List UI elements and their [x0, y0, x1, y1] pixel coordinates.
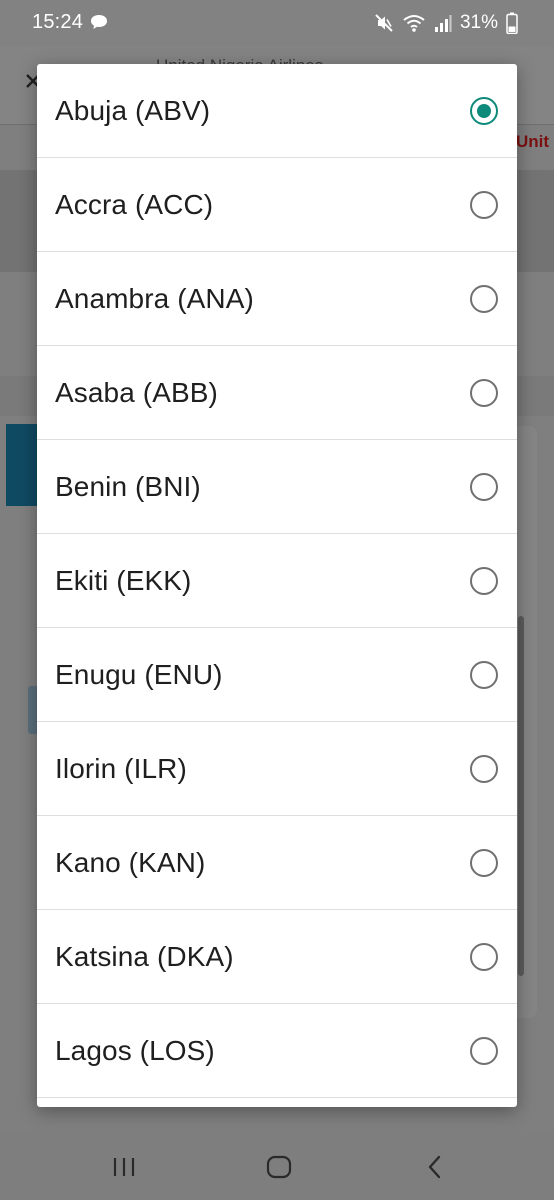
radio-unchecked-icon[interactable]	[470, 284, 498, 313]
recent-apps-icon[interactable]	[109, 1152, 139, 1182]
option-label: Abuja (ABV)	[55, 94, 211, 126]
background-scrollbar	[518, 616, 524, 976]
radio-unchecked-icon[interactable]	[470, 190, 498, 219]
radio-unchecked-icon[interactable]	[470, 566, 498, 595]
option-label: Ilorin (ILR)	[55, 752, 187, 784]
wifi-icon	[403, 15, 425, 32]
airport-selection-dialog: Abuja (ABV) Accra (ACC) Anambra (ANA) As…	[37, 64, 517, 1107]
radio-unchecked-icon[interactable]	[470, 848, 498, 877]
option-label: Kano (KAN)	[55, 846, 206, 878]
option-asaba[interactable]: Asaba (ABB)	[37, 346, 517, 440]
navigation-bar	[0, 1130, 554, 1200]
option-benin[interactable]: Benin (BNI)	[37, 440, 517, 534]
option-label: Enugu (ENU)	[55, 658, 223, 690]
back-icon[interactable]	[420, 1152, 450, 1182]
option-accra[interactable]: Accra (ACC)	[37, 158, 517, 252]
option-label: Benin (BNI)	[55, 470, 201, 502]
option-label: Ekiti (EKK)	[55, 564, 192, 596]
battery-icon	[506, 12, 518, 34]
status-time: 15:24	[32, 11, 84, 33]
option-ekiti[interactable]: Ekiti (EKK)	[37, 534, 517, 628]
option-label: Katsina (DKA)	[55, 940, 234, 972]
battery-percent: 31%	[459, 12, 498, 33]
home-icon[interactable]	[264, 1152, 294, 1182]
option-label: Lagos (LOS)	[55, 1034, 215, 1066]
option-katsina[interactable]: Katsina (DKA)	[37, 910, 517, 1004]
radio-unchecked-icon[interactable]	[470, 472, 498, 501]
radio-unchecked-icon[interactable]	[470, 378, 498, 407]
radio-unchecked-icon[interactable]	[470, 1036, 498, 1065]
option-abuja[interactable]: Abuja (ABV)	[37, 64, 517, 158]
background-side-text: Unit	[516, 132, 550, 151]
status-icons: 31%	[374, 10, 518, 36]
radio-unchecked-icon[interactable]	[470, 754, 498, 783]
option-enugu[interactable]: Enugu (ENU)	[37, 628, 517, 722]
mute-icon	[375, 14, 393, 32]
option-label: Accra (ACC)	[55, 188, 214, 220]
option-label: Anambra (ANA)	[55, 282, 254, 314]
radio-unchecked-icon[interactable]	[470, 942, 498, 971]
radio-unchecked-icon[interactable]	[470, 660, 498, 689]
background-accent-block	[6, 424, 38, 506]
option-anambra[interactable]: Anambra (ANA)	[37, 252, 517, 346]
option-lagos[interactable]: Lagos (LOS)	[37, 1004, 517, 1098]
signal-icon	[434, 15, 452, 32]
chat-bubble-icon	[91, 15, 107, 29]
status-bar: 15:24 31%	[0, 0, 554, 46]
option-kano[interactable]: Kano (KAN)	[37, 816, 517, 910]
option-ilorin[interactable]: Ilorin (ILR)	[37, 722, 517, 816]
option-label: Asaba (ABB)	[55, 376, 218, 408]
radio-checked-icon[interactable]	[470, 96, 498, 125]
